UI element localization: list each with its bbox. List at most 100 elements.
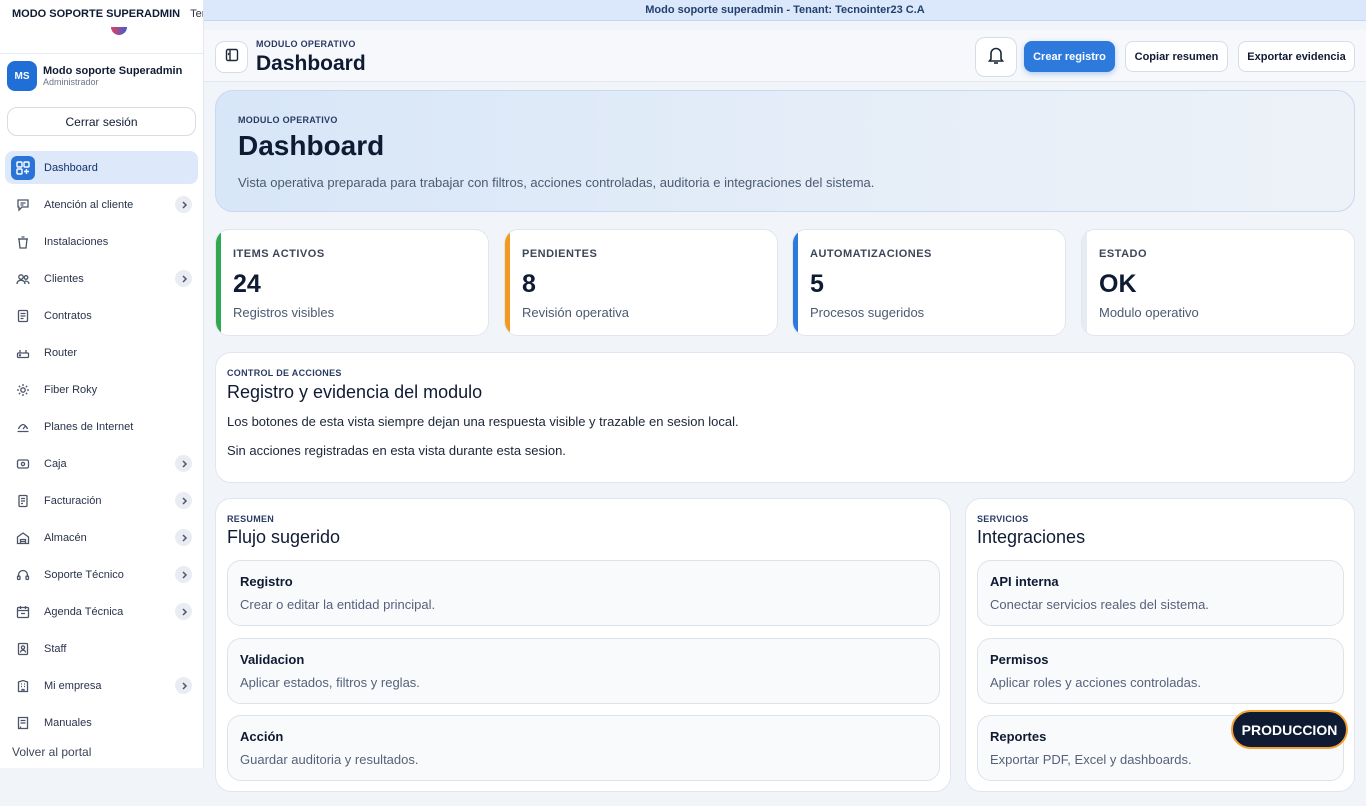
sidebar-item-label: Staff — [44, 642, 67, 655]
integration-description: Aplicar roles y acciones controladas. — [990, 675, 1201, 690]
hero-banner: MODULO OPERATIVO Dashboard Vista operati… — [215, 90, 1355, 212]
sidebar-item-clientes[interactable]: Clientes — [5, 262, 198, 295]
sidebar-item-label: Clientes — [44, 272, 84, 285]
step-description: Crear o editar la entidad principal. — [240, 597, 436, 612]
sidebar-item-label: Contratos — [44, 309, 92, 322]
sidebar-item-label: Almacén — [44, 531, 87, 544]
step-title: Acción — [240, 729, 284, 744]
sidebar-item-label: Mi empresa — [44, 679, 102, 692]
summary-title: Flujo sugerido — [227, 527, 341, 547]
sidebar-item-facturacion[interactable]: Facturación — [5, 484, 198, 517]
sidebar-item-staff[interactable]: Staff — [5, 632, 198, 665]
stat-accent-bar — [1082, 230, 1087, 335]
chevron-right-icon[interactable] — [175, 566, 192, 583]
sidebar-item-label: Instalaciones — [44, 235, 109, 248]
chevron-right-icon[interactable] — [175, 603, 192, 620]
grid-plus-icon — [11, 155, 35, 180]
brand-logo — [111, 27, 127, 35]
integration-title: API interna — [990, 574, 1059, 589]
stat-label: ESTADO — [1099, 248, 1148, 260]
user-name: Modo soporte Superadmin — [43, 65, 183, 77]
hero-description: Vista operativa preparada para trabajar … — [238, 175, 875, 190]
page-header: MODULO OPERATIVO Dashboard Crear registr… — [204, 30, 1366, 82]
step-title: Registro — [240, 574, 293, 589]
book-icon — [11, 711, 35, 735]
create-record-button[interactable]: Crear registro — [1024, 41, 1115, 72]
sidebar-toggle-button[interactable] — [215, 41, 248, 73]
chevron-right-icon[interactable] — [175, 677, 192, 694]
sidebar-item-router[interactable]: Router — [5, 336, 198, 369]
sidebar-header: MODO SOPORTE SUPERADMIN Tenant — [0, 0, 203, 28]
stat-card-items-activos: ITEMS ACTIVOS 24 Registros visibles — [215, 229, 489, 336]
sidebar-toggle-icon — [225, 48, 239, 67]
stat-card-pendientes: PENDIENTES 8 Revisión operativa — [504, 229, 778, 336]
stat-subtitle: Revisión operativa — [522, 305, 629, 320]
hero-eyebrow: MODULO OPERATIVO — [238, 115, 338, 125]
step-description: Aplicar estados, filtros y reglas. — [240, 675, 420, 690]
stat-value: 24 — [233, 270, 261, 298]
logout-button[interactable]: Cerrar sesión — [7, 107, 196, 136]
integration-api-interna: API interna Conectar servicios reales de… — [977, 560, 1344, 626]
stat-label: AUTOMATIZACIONES — [810, 248, 932, 260]
sidebar-divider — [0, 53, 203, 54]
chevron-right-icon[interactable] — [175, 529, 192, 546]
sidebar-item-soporte-tecnico[interactable]: Soporte Técnico — [5, 558, 198, 591]
stat-accent-bar — [505, 230, 510, 335]
step-title: Validacion — [240, 652, 305, 667]
flow-step-accion: Acción Guardar auditoria y resultados. — [227, 715, 940, 781]
action-control-card: CONTROL DE ACCIONES Registro y evidencia… — [215, 352, 1355, 483]
sidebar-item-instalaciones[interactable]: Instalaciones — [5, 225, 198, 258]
chevron-right-icon[interactable] — [175, 196, 192, 213]
sidebar: MODO SOPORTE SUPERADMIN Tenant MS Modo s… — [0, 0, 204, 768]
integration-title: Reportes — [990, 729, 1047, 744]
sidebar-item-contratos[interactable]: Contratos — [5, 299, 198, 332]
sidebar-item-dashboard[interactable]: Dashboard — [5, 151, 198, 184]
sidebar-item-planes-internet[interactable]: Planes de Internet — [5, 410, 198, 443]
summary-card: RESUMEN Flujo sugerido Registro Crear o … — [215, 498, 951, 792]
chevron-right-icon[interactable] — [175, 270, 192, 287]
step-description: Guardar auditoria y resultados. — [240, 752, 419, 767]
stat-value: 8 — [522, 270, 536, 298]
stat-subtitle: Modulo operativo — [1099, 305, 1199, 320]
gauge-icon — [11, 415, 35, 439]
integration-permisos: Permisos Aplicar roles y acciones contro… — [977, 638, 1344, 704]
stat-subtitle: Procesos sugeridos — [810, 305, 925, 320]
control-eyebrow: CONTROL DE ACCIONES — [227, 368, 342, 378]
avatar: MS — [7, 61, 37, 91]
flow-step-registro: Registro Crear o editar la entidad princ… — [227, 560, 940, 626]
services-title: Integraciones — [977, 527, 1086, 547]
chat-icon — [11, 193, 35, 217]
sidebar-item-fiber-roky[interactable]: Fiber Roky — [5, 373, 198, 406]
sidebar-item-label: Atención al cliente — [44, 198, 134, 211]
copy-summary-button[interactable]: Copiar resumen — [1125, 41, 1228, 72]
sidebar-item-atencion-cliente[interactable]: Atención al cliente — [5, 188, 198, 221]
sidebar-item-caja[interactable]: Caja — [5, 447, 198, 480]
headset-icon — [11, 563, 35, 587]
sidebar-item-agenda-tecnica[interactable]: Agenda Técnica — [5, 595, 198, 628]
notifications-button[interactable] — [975, 37, 1017, 77]
control-empty-state: Sin acciones registradas en esta vista d… — [227, 443, 566, 458]
stat-accent-bar — [216, 230, 221, 335]
warehouse-icon — [11, 526, 35, 550]
export-evidence-button[interactable]: Exportar evidencia — [1238, 41, 1355, 72]
stat-value: 5 — [810, 270, 824, 298]
back-to-portal-link[interactable]: Volver al portal — [12, 745, 91, 759]
sidebar-item-label: Fiber Roky — [44, 383, 98, 396]
sidebar-item-mi-empresa[interactable]: Mi empresa — [5, 669, 198, 702]
services-eyebrow: SERVICIOS — [977, 514, 1029, 524]
cash-icon — [11, 452, 35, 476]
integration-description: Exportar PDF, Excel y dashboards. — [990, 752, 1192, 767]
support-mode-banner-text: Modo soporte superadmin - Tenant: Tecnoi… — [645, 4, 925, 16]
sidebar-item-label: Dashboard — [44, 161, 98, 174]
page-title: Dashboard — [256, 52, 366, 75]
chevron-right-icon[interactable] — [175, 455, 192, 472]
control-title: Registro y evidencia del modulo — [227, 382, 483, 402]
integration-description: Conectar servicios reales del sistema. — [990, 597, 1209, 612]
environment-badge[interactable]: PRODUCCION — [1231, 710, 1348, 749]
user-role: Administrador — [43, 77, 99, 87]
header-eyebrow: MODULO OPERATIVO — [256, 39, 356, 49]
sidebar-item-almacen[interactable]: Almacén — [5, 521, 198, 554]
calendar-icon — [11, 600, 35, 624]
sidebar-item-manuales[interactable]: Manuales — [5, 706, 198, 739]
chevron-right-icon[interactable] — [175, 492, 192, 509]
